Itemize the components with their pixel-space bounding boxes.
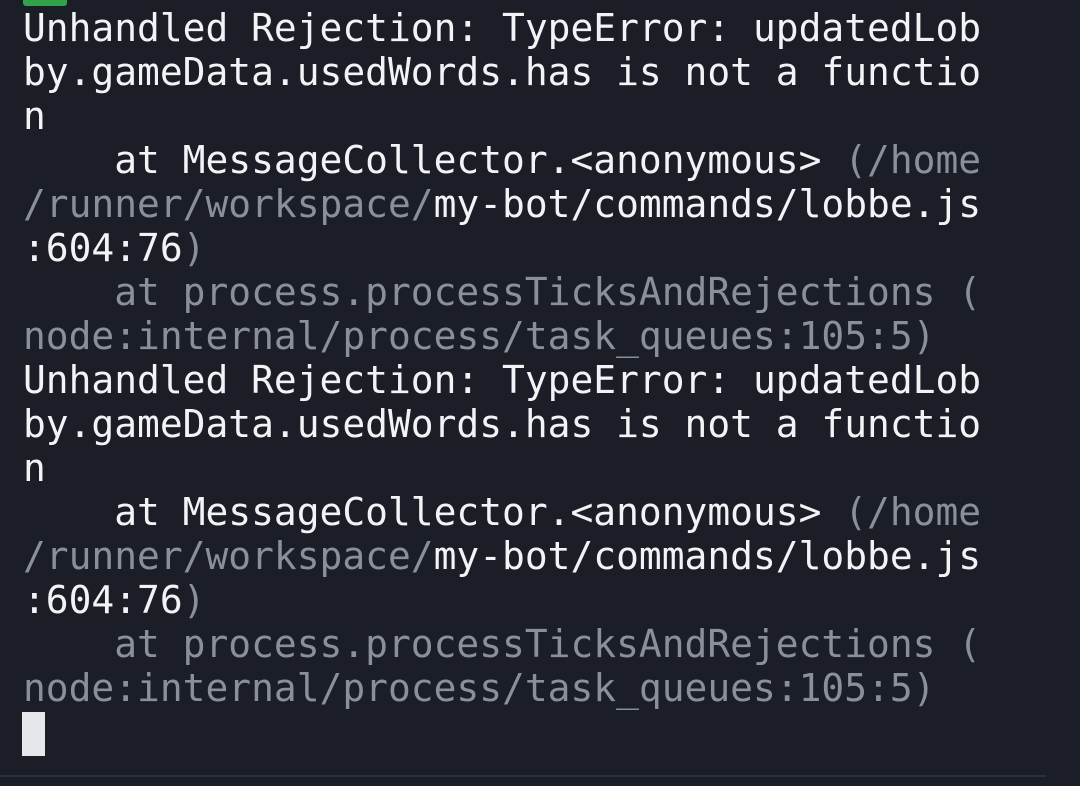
text-segment: n xyxy=(23,94,46,138)
text-segment: :604:76 xyxy=(23,226,183,270)
terminal-line: n xyxy=(23,94,981,138)
dim-text-segment: node:internal/process/task_queues:105:5) xyxy=(23,666,936,710)
dim-text-segment: (/home xyxy=(844,490,982,534)
divider xyxy=(0,775,1046,777)
terminal-cursor[interactable] xyxy=(22,712,45,756)
terminal-line: n xyxy=(23,446,981,490)
terminal-output: Unhandled Rejection: TypeError: updatedL… xyxy=(23,6,981,710)
terminal-line: node:internal/process/task_queues:105:5) xyxy=(23,314,981,358)
dim-text-segment: ) xyxy=(182,226,206,270)
text-segment: n xyxy=(23,446,46,490)
dim-text-segment: /runner/workspace/ xyxy=(23,182,434,226)
terminal-line: at MessageCollector.<anonymous> (/home xyxy=(23,138,981,182)
terminal-window[interactable]: Unhandled Rejection: TypeError: updatedL… xyxy=(0,0,1080,786)
terminal-line: Unhandled Rejection: TypeError: updatedL… xyxy=(23,358,981,402)
text-segment: at MessageCollector.<anonymous> xyxy=(23,138,845,182)
text-segment: :604:76 xyxy=(23,578,183,622)
terminal-line: at process.processTicksAndRejections ( xyxy=(23,270,981,314)
terminal-line: at process.processTicksAndRejections ( xyxy=(23,622,981,666)
terminal-line: at MessageCollector.<anonymous> (/home xyxy=(23,490,981,534)
terminal-line: /runner/workspace/my-bot/commands/lobbe.… xyxy=(23,534,981,578)
dim-text-segment: ) xyxy=(182,578,206,622)
dim-text-segment: (/home xyxy=(844,138,982,182)
text-segment: my-bot/commands/lobbe.js xyxy=(433,182,982,226)
terminal-line: :604:76) xyxy=(23,226,981,270)
dim-text-segment: at process.processTicksAndRejections ( xyxy=(23,622,982,666)
terminal-line: by.gameData.usedWords.has is not a funct… xyxy=(23,402,981,446)
terminal-line: /runner/workspace/my-bot/commands/lobbe.… xyxy=(23,182,981,226)
text-segment: by.gameData.usedWords.has is not a funct… xyxy=(23,402,982,446)
text-segment: at MessageCollector.<anonymous> xyxy=(23,490,845,534)
terminal-line: node:internal/process/task_queues:105:5) xyxy=(23,666,981,710)
terminal-line: Unhandled Rejection: TypeError: updatedL… xyxy=(23,6,981,50)
text-segment: Unhandled Rejection: TypeError: updatedL… xyxy=(23,358,982,402)
dim-text-segment: node:internal/process/task_queues:105:5) xyxy=(23,314,936,358)
text-segment: by.gameData.usedWords.has is not a funct… xyxy=(23,50,982,94)
dim-text-segment: /runner/workspace/ xyxy=(23,534,434,578)
terminal-line: by.gameData.usedWords.has is not a funct… xyxy=(23,50,981,94)
terminal-line: :604:76) xyxy=(23,578,981,622)
text-segment: my-bot/commands/lobbe.js xyxy=(433,534,982,578)
text-segment: Unhandled Rejection: TypeError: updatedL… xyxy=(23,6,982,50)
dim-text-segment: at process.processTicksAndRejections ( xyxy=(23,270,982,314)
